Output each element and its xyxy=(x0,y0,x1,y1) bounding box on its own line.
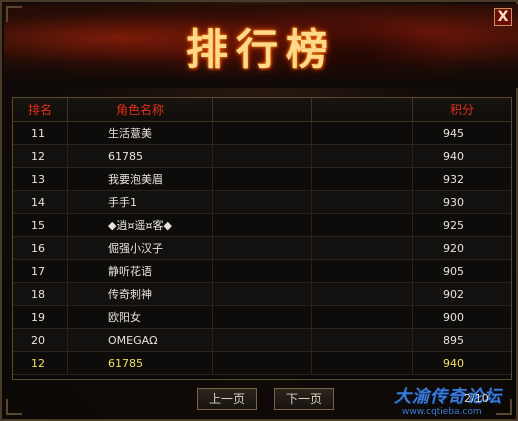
score-cell: 895 xyxy=(412,328,511,352)
rank-cell: 19 xyxy=(13,305,68,329)
page-indicator: 2/10 xyxy=(464,392,489,405)
name-cell: 静听花语 xyxy=(67,259,213,283)
name-cell: 生活薏美 xyxy=(67,121,213,145)
rank-cell: 20 xyxy=(13,328,68,352)
table-row[interactable]: 20 OMEGAΩ 895 xyxy=(13,328,511,352)
self-rank-row: 12 61785 940 xyxy=(13,351,511,375)
rank-cell: 16 xyxy=(13,236,68,260)
name-cell: OMEGAΩ xyxy=(67,328,213,352)
name-cell: 手手1 xyxy=(67,190,213,214)
name-cell: 倔强小汉子 xyxy=(67,236,213,260)
name-cell: 传奇刺神 xyxy=(67,282,213,306)
prev-page-button[interactable]: 上一页 xyxy=(197,388,257,410)
table-row[interactable]: 17 静听花语 905 xyxy=(13,259,511,283)
frame-corner xyxy=(6,399,22,415)
rank-cell: 12 xyxy=(13,144,68,168)
ranking-table: 排名 角色名称 积分 11 生活薏美 945 12 61785 940 13 我… xyxy=(13,98,511,375)
forum-watermark-url: www.cqtieba.com xyxy=(402,407,482,417)
rank-cell: 11 xyxy=(13,121,68,145)
ranking-panel: 排名 角色名称 积分 11 生活薏美 945 12 61785 940 13 我… xyxy=(12,97,512,380)
frame-corner xyxy=(6,6,22,22)
header-score: 积分 xyxy=(412,98,511,122)
table-row[interactable]: 16 倔强小汉子 920 xyxy=(13,236,511,260)
self-score-cell: 940 xyxy=(412,351,511,375)
name-cell: 61785 xyxy=(67,144,213,168)
name-cell: 欧阳女 xyxy=(67,305,213,329)
header-col3 xyxy=(212,98,312,122)
score-cell: 945 xyxy=(412,121,511,145)
header-rank: 排名 xyxy=(13,98,68,122)
table-row[interactable]: 15 ◆逍¤遥¤客◆ 925 xyxy=(13,213,511,237)
score-cell: 930 xyxy=(412,190,511,214)
header-col4 xyxy=(311,98,413,122)
score-cell: 902 xyxy=(412,282,511,306)
name-cell: 我要泡美眉 xyxy=(67,167,213,191)
header-name: 角色名称 xyxy=(67,98,213,122)
rank-cell: 18 xyxy=(13,282,68,306)
rank-cell: 17 xyxy=(13,259,68,283)
table-row[interactable]: 13 我要泡美眉 932 xyxy=(13,167,511,191)
table-row[interactable]: 11 生活薏美 945 xyxy=(13,121,511,145)
table-header-row: 排名 角色名称 积分 xyxy=(13,98,511,122)
score-cell: 925 xyxy=(412,213,511,237)
table-row[interactable]: 14 手手1 930 xyxy=(13,190,511,214)
self-rank-cell: 12 xyxy=(13,351,68,375)
table-row[interactable]: 12 61785 940 xyxy=(13,144,511,168)
rank-cell: 13 xyxy=(13,167,68,191)
next-page-button[interactable]: 下一页 xyxy=(274,388,334,410)
score-cell: 900 xyxy=(412,305,511,329)
score-cell: 932 xyxy=(412,167,511,191)
title-banner: 排行榜 xyxy=(4,4,518,88)
score-cell: 940 xyxy=(412,144,511,168)
rank-cell: 15 xyxy=(13,213,68,237)
close-button[interactable]: X xyxy=(494,8,512,26)
name-cell: ◆逍¤遥¤客◆ xyxy=(67,213,213,237)
score-cell: 920 xyxy=(412,236,511,260)
score-cell: 905 xyxy=(412,259,511,283)
self-name-cell: 61785 xyxy=(67,351,213,375)
table-row[interactable]: 18 传奇刺神 902 xyxy=(13,282,511,306)
window-title: 排行榜 xyxy=(185,25,336,74)
leaderboard-window: 排行榜 X 排名 角色名称 积分 11 生活薏美 945 12 61785 94… xyxy=(0,0,518,421)
table-row[interactable]: 19 欧阳女 900 xyxy=(13,305,511,329)
rank-cell: 14 xyxy=(13,190,68,214)
